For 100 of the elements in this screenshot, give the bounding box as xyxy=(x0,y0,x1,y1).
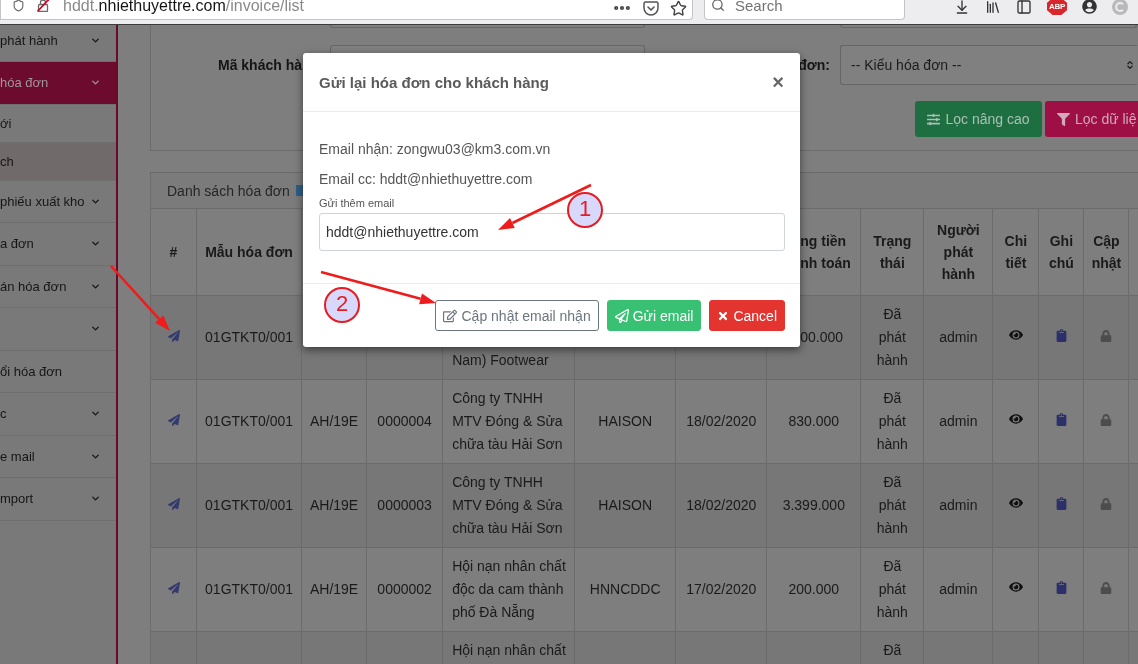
paper-plane-icon[interactable] xyxy=(167,498,180,510)
table-cell: 17/02/2020 xyxy=(675,547,767,632)
table-cell: 0000003 xyxy=(366,463,443,548)
paper-plane-icon[interactable] xyxy=(167,330,180,342)
sidebar-item[interactable]: mport xyxy=(0,478,116,521)
lock-icon[interactable] xyxy=(1100,414,1113,426)
table-cell: AH/19E xyxy=(301,547,367,632)
clipboard-icon[interactable] xyxy=(1054,497,1068,510)
cancel-button[interactable]: Cancel xyxy=(709,300,785,331)
table-cell: Đã phát hành xyxy=(860,463,924,548)
sidebar-icon[interactable] xyxy=(1016,0,1032,15)
email-info: Email nhận: zongwu03@km3.com.vn xyxy=(319,140,551,159)
table-cell: Đã phát hành xyxy=(860,547,924,632)
table-cell: HAISON xyxy=(574,463,676,548)
column-header[interactable]: # xyxy=(150,208,197,296)
lock-icon[interactable] xyxy=(1100,498,1113,510)
sliders-icon xyxy=(927,112,941,126)
table-cell: 3.399.000 xyxy=(766,463,861,548)
eye-icon[interactable] xyxy=(1008,412,1023,426)
clipboard-icon[interactable] xyxy=(1054,329,1068,342)
table-cell: HAISON xyxy=(574,379,676,464)
eye-icon[interactable] xyxy=(1008,580,1023,594)
column-header[interactable]: Ghi chú xyxy=(1038,208,1084,296)
table-cell: 830.000 xyxy=(766,379,861,464)
table-cell: Công ty TNHH MTV Đóng & Sửa chữa tàu Hải Sơn xyxy=(442,379,575,464)
table-cell: Đã phát hành xyxy=(860,295,924,380)
library-icon[interactable] xyxy=(985,0,1001,15)
search-field[interactable]: Search xyxy=(704,0,905,20)
table-cell: 01GTKT0/001 xyxy=(196,379,302,464)
extension-badge[interactable]: ABP xyxy=(1047,0,1067,15)
field-label: Mã khách hà xyxy=(216,57,303,73)
table-cell: Đã phát hành xyxy=(860,379,924,464)
invoice-type-select[interactable]: -- Kiểu hóa đơn -- xyxy=(840,45,1137,85)
send-email-button[interactable]: Gửi email xyxy=(606,300,702,331)
update-email-button[interactable]: Cập nhật email nhận xyxy=(435,300,599,331)
paper-plane-icon xyxy=(614,308,629,323)
slashed-lock-icon[interactable] xyxy=(37,0,49,12)
table-cell: 0000004 xyxy=(366,379,443,464)
sidebar-item[interactable]: ổi hóa đơn xyxy=(0,350,116,393)
column-header[interactable]: Chi tiết xyxy=(992,208,1039,296)
sidebar-item[interactable]: c xyxy=(0,393,116,436)
close-icon xyxy=(717,309,730,322)
table-cell: admin xyxy=(923,379,993,464)
column-header[interactable]: Người phát hành xyxy=(923,208,993,296)
lock-icon[interactable] xyxy=(1100,330,1113,342)
paper-plane-icon[interactable] xyxy=(167,414,180,426)
column-header[interactable]: Trạng thái xyxy=(860,208,924,296)
column-header[interactable]: Mẫu hóa đơn xyxy=(196,208,302,296)
clipboard-icon[interactable] xyxy=(1054,581,1068,594)
table-cell: admin xyxy=(923,463,993,548)
sidebar-item[interactable]: ch xyxy=(0,142,116,181)
table-cell: 18/02/2020 xyxy=(675,463,767,548)
table-cell: Công ty TNHH MTV Đóng & Sửa chữa tàu Hải Sơn xyxy=(442,463,575,548)
paper-plane-icon[interactable] xyxy=(167,582,180,594)
dialog-title: Gửi lại hóa đơn cho khách hàng xyxy=(319,73,549,91)
email-info: Email cc: hddt@nhiethuyettre.com xyxy=(319,170,533,189)
sidebar-item[interactable]: án hóa đơn xyxy=(0,265,116,308)
star-icon[interactable] xyxy=(670,0,687,17)
table-cell: 0000002 xyxy=(366,547,443,632)
chevron-badge-icon[interactable] xyxy=(643,0,659,16)
table-cell: 01GTKT0/001 xyxy=(196,547,302,632)
lock-icon[interactable] xyxy=(1100,582,1113,594)
table-cell: AH/19E xyxy=(301,463,367,548)
clipboard-icon[interactable] xyxy=(1054,413,1068,426)
table-cell: Hội nạn nhân chất độc da cam thành phố Đà Nẵng xyxy=(442,547,575,632)
input-field[interactable] xyxy=(330,45,645,53)
input-field[interactable] xyxy=(840,25,1137,28)
field-label: Gửi thêm email xyxy=(319,196,395,210)
address-field[interactable]: hddt.nhiethuyettre.com/invoice/list xyxy=(0,0,693,20)
funnel-icon xyxy=(1057,112,1070,126)
list-title: Danh sách hóa đơn xyxy=(167,182,290,199)
table-cell: 18/02/2020 xyxy=(675,379,767,464)
input-field[interactable] xyxy=(330,25,645,28)
column-header[interactable]: Cập nhật xyxy=(1083,208,1129,296)
eye-icon[interactable] xyxy=(1008,328,1023,342)
sidebar-item[interactable]: hóa đơn xyxy=(0,62,116,105)
table-cell-text: 00.000 xyxy=(800,328,844,347)
user-icon[interactable] xyxy=(1082,0,1097,14)
table-cell: 200.000 xyxy=(766,547,861,632)
table-cell: HNNCDDC xyxy=(574,547,676,632)
close-button[interactable]: × xyxy=(772,73,784,91)
table-cell-text: Nam) Footwear xyxy=(452,351,549,370)
shield-icon[interactable] xyxy=(12,0,25,12)
table-cell: AH/19E xyxy=(301,379,367,464)
table-cell: 01GTKT0/001 xyxy=(196,463,302,548)
sidebar-item[interactable]: a đơn xyxy=(0,223,116,266)
search-icon xyxy=(711,0,725,12)
field-label: đơn: xyxy=(797,57,831,73)
filter-button[interactable]: Lọc dữ liệ xyxy=(1045,101,1138,137)
table-cell: 01GTKT0/001 xyxy=(196,295,302,380)
download-icon[interactable] xyxy=(954,0,970,15)
advanced-filter-button[interactable]: Lọc nâng cao xyxy=(915,101,1042,137)
sidebar-item[interactable]: e mail xyxy=(0,435,116,478)
eye-icon[interactable] xyxy=(1008,496,1023,510)
table-cell: admin xyxy=(923,295,993,380)
sidebar-item[interactable]: ới xyxy=(0,104,116,143)
sidebar-item[interactable]: phiếu xuất kho xyxy=(0,180,116,223)
edit-icon xyxy=(443,308,458,323)
up-down-caret-icon xyxy=(1125,60,1135,70)
arrow-annotation xyxy=(110,265,170,331)
